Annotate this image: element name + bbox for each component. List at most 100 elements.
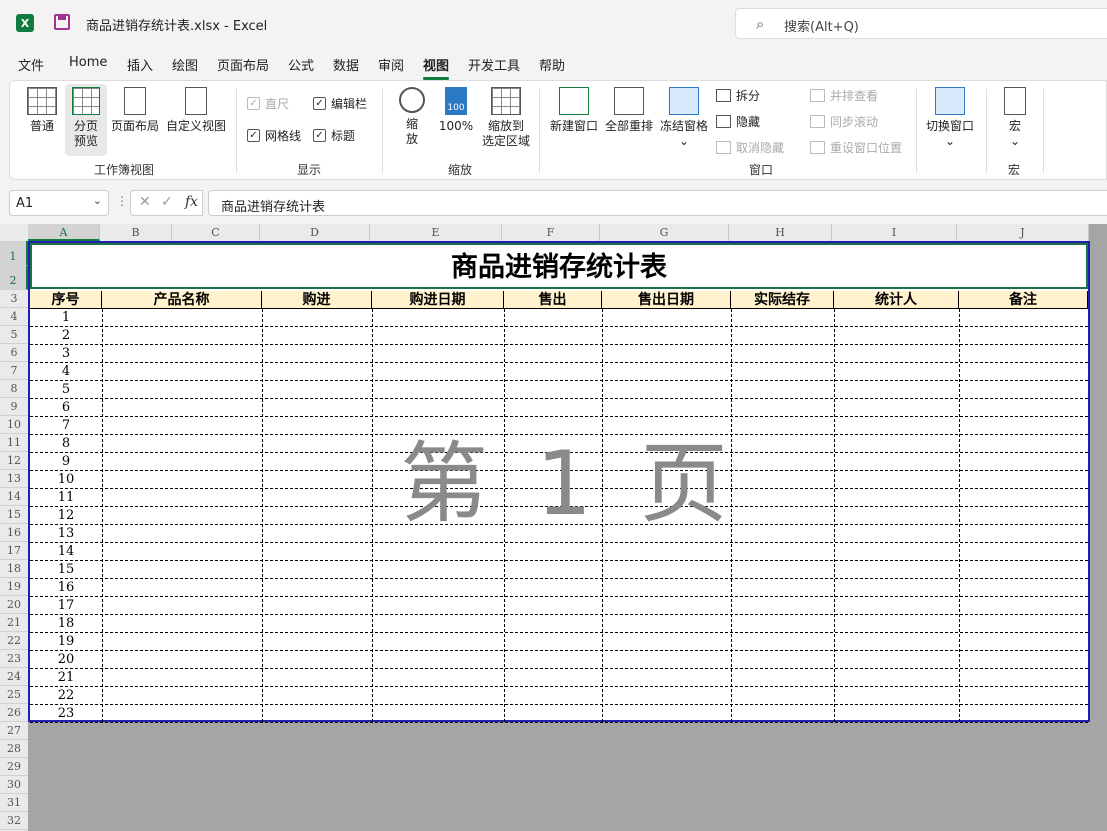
row-header-7[interactable]: 7 xyxy=(0,362,28,380)
row-header-25[interactable]: 25 xyxy=(0,686,28,704)
row-header-10[interactable]: 10 xyxy=(0,416,28,434)
tab-developer[interactable]: 开发工具 xyxy=(468,55,520,74)
header-cell[interactable]: 序号 xyxy=(30,291,102,309)
save-icon[interactable] xyxy=(54,14,70,30)
side-by-side-button[interactable]: 并排查看 xyxy=(810,87,878,104)
name-box[interactable]: A1 ⌄ xyxy=(9,190,109,216)
page-layout-button[interactable]: 页面布局 xyxy=(110,87,160,134)
row-header-17[interactable]: 17 xyxy=(0,542,28,560)
column-header-g[interactable]: G xyxy=(600,224,729,241)
tab-view[interactable]: 视图 xyxy=(423,55,450,80)
table-row[interactable]: 20 xyxy=(30,651,1088,669)
column-header-d[interactable]: D xyxy=(260,224,370,241)
table-row[interactable]: 3 xyxy=(30,345,1088,363)
formula-input[interactable]: 商品进销存统计表 xyxy=(208,190,1107,216)
table-row[interactable]: 5 xyxy=(30,381,1088,399)
freeze-panes-button[interactable]: 冻结窗格 ⌄ xyxy=(657,87,711,149)
row-header-12[interactable]: 12 xyxy=(0,452,28,470)
serial-number-cell[interactable]: 11 xyxy=(30,489,102,507)
serial-number-cell[interactable]: 13 xyxy=(30,525,102,543)
tab-help[interactable]: 帮助 xyxy=(539,55,565,74)
table-row[interactable]: 16 xyxy=(30,579,1088,597)
row-header-4[interactable]: 4 xyxy=(0,308,28,326)
row-header-26[interactable]: 26 xyxy=(0,704,28,722)
serial-number-cell[interactable]: 21 xyxy=(30,669,102,687)
serial-number-cell[interactable]: 23 xyxy=(30,705,102,723)
hide-button[interactable]: 隐藏 xyxy=(716,113,760,130)
zoom-to-selection-button[interactable]: 缩放到 选定区域 xyxy=(478,87,534,149)
row-header-28[interactable]: 28 xyxy=(0,740,28,758)
serial-number-cell[interactable]: 14 xyxy=(30,543,102,561)
tab-file[interactable]: 文件 xyxy=(18,55,44,74)
column-header-c[interactable]: C xyxy=(172,224,260,241)
serial-number-cell[interactable]: 18 xyxy=(30,615,102,633)
table-row[interactable]: 2 xyxy=(30,327,1088,345)
row-header-30[interactable]: 30 xyxy=(0,776,28,794)
row-header-2[interactable]: 2 xyxy=(0,266,28,290)
header-cell[interactable]: 购进日期 xyxy=(372,291,504,309)
sync-scroll-button[interactable]: 同步滚动 xyxy=(810,113,878,130)
column-header-a[interactable]: A xyxy=(28,224,100,241)
column-header-e[interactable]: E xyxy=(370,224,502,241)
header-cell[interactable]: 售出 xyxy=(504,291,602,309)
serial-number-cell[interactable]: 7 xyxy=(30,417,102,435)
tab-home[interactable]: Home xyxy=(69,55,107,70)
tab-review[interactable]: 审阅 xyxy=(378,55,404,74)
table-row[interactable]: 19 xyxy=(30,633,1088,651)
serial-number-cell[interactable]: 5 xyxy=(30,381,102,399)
split-button[interactable]: 拆分 xyxy=(716,87,760,104)
table-row[interactable]: 21 xyxy=(30,669,1088,687)
page-break-preview-button[interactable]: 分页 预览 xyxy=(65,84,107,156)
row-header-29[interactable]: 29 xyxy=(0,758,28,776)
table-row[interactable]: 14 xyxy=(30,543,1088,561)
table-row[interactable]: 1 xyxy=(30,309,1088,327)
tab-formulas[interactable]: 公式 xyxy=(288,55,314,74)
more-icon[interactable]: ⋮ xyxy=(116,194,128,208)
gridlines-checkbox[interactable]: ✓ 网格线 xyxy=(247,127,301,144)
headings-checkbox[interactable]: ✓ 标题 xyxy=(313,127,355,144)
header-cell[interactable]: 产品名称 xyxy=(102,291,262,309)
row-header-14[interactable]: 14 xyxy=(0,488,28,506)
unhide-button[interactable]: 取消隐藏 xyxy=(716,139,784,156)
row-header-21[interactable]: 21 xyxy=(0,614,28,632)
zoom-button[interactable]: 缩 放 xyxy=(394,87,430,147)
serial-number-cell[interactable]: 4 xyxy=(30,363,102,381)
chevron-down-icon[interactable]: ⌄ xyxy=(93,194,102,207)
new-window-button[interactable]: 新建窗口 xyxy=(548,87,600,134)
header-cell[interactable]: 售出日期 xyxy=(602,291,731,309)
header-cell[interactable]: 购进 xyxy=(262,291,372,309)
serial-number-cell[interactable]: 9 xyxy=(30,453,102,471)
serial-number-cell[interactable]: 10 xyxy=(30,471,102,489)
arrange-all-button[interactable]: 全部重排 xyxy=(603,87,655,134)
row-header-24[interactable]: 24 xyxy=(0,668,28,686)
row-header-20[interactable]: 20 xyxy=(0,596,28,614)
serial-number-cell[interactable]: 8 xyxy=(30,435,102,453)
row-header-3[interactable]: 3 xyxy=(0,290,28,308)
row-header-15[interactable]: 15 xyxy=(0,506,28,524)
enter-icon[interactable]: ✓ xyxy=(161,194,173,210)
row-header-9[interactable]: 9 xyxy=(0,398,28,416)
table-row[interactable]: 23 xyxy=(30,705,1088,723)
serial-number-cell[interactable]: 6 xyxy=(30,399,102,417)
column-header-f[interactable]: F xyxy=(502,224,600,241)
zoom-100-button[interactable]: 100 100% xyxy=(436,87,476,134)
column-header-b[interactable]: B xyxy=(100,224,172,241)
reset-position-button[interactable]: 重设窗口位置 xyxy=(810,139,902,156)
row-header-6[interactable]: 6 xyxy=(0,344,28,362)
row-header-8[interactable]: 8 xyxy=(0,380,28,398)
table-row[interactable]: 22 xyxy=(30,687,1088,705)
row-header-18[interactable]: 18 xyxy=(0,560,28,578)
row-header-19[interactable]: 19 xyxy=(0,578,28,596)
tab-page-layout[interactable]: 页面布局 xyxy=(217,55,269,74)
tab-draw[interactable]: 绘图 xyxy=(172,55,198,74)
table-row[interactable]: 15 xyxy=(30,561,1088,579)
search-box[interactable]: ⌕ 搜索(Alt+Q) xyxy=(735,8,1107,39)
serial-number-cell[interactable]: 1 xyxy=(30,309,102,327)
row-header-22[interactable]: 22 xyxy=(0,632,28,650)
column-header-h[interactable]: H xyxy=(729,224,832,241)
cancel-icon[interactable]: ✕ xyxy=(139,194,151,210)
normal-view-button[interactable]: 普通 xyxy=(22,87,62,134)
ruler-checkbox[interactable]: ✓ 直尺 xyxy=(247,95,289,112)
row-header-5[interactable]: 5 xyxy=(0,326,28,344)
row-header-13[interactable]: 13 xyxy=(0,470,28,488)
